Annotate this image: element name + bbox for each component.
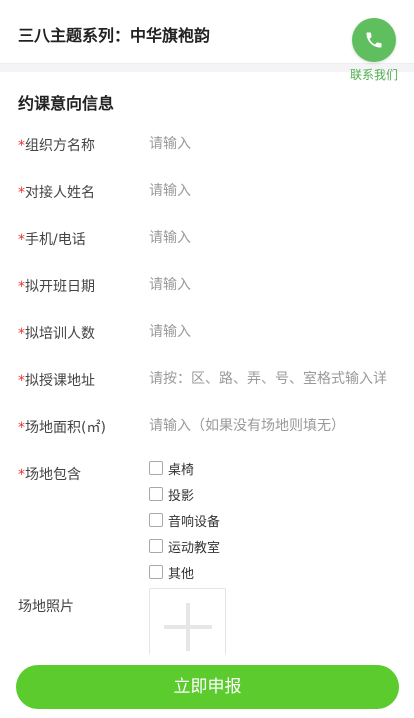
section-title: 约课意向信息	[18, 94, 115, 113]
field-label: *场地包含	[18, 464, 81, 484]
field-label: *场地面积(㎡)	[18, 417, 106, 437]
checkbox-label[interactable]: 音响设备	[168, 511, 220, 530]
form-row-address: *拟授课地址	[0, 364, 414, 394]
checkbox-label[interactable]: 桌椅	[168, 459, 194, 478]
form-row-trainee-count: *拟培训人数	[0, 317, 414, 347]
checkbox-option[interactable]: 投影	[149, 481, 220, 507]
contact-us-button[interactable]: 联系我们	[342, 18, 406, 88]
field-label-text: 场地面积(㎡)	[25, 420, 106, 436]
field-label: *手机/电话	[18, 229, 86, 249]
checkbox-option[interactable]: 音响设备	[149, 507, 220, 533]
checkbox[interactable]	[149, 539, 163, 553]
checkbox-option[interactable]: 运动教室	[149, 533, 220, 559]
field-label-text: 拟培训人数	[25, 326, 95, 342]
venue-includes-checkbox-group: 桌椅 投影 音响设备 运动教室 其他	[149, 455, 220, 585]
checkbox[interactable]	[149, 513, 163, 527]
field-label-text: 手机/电话	[25, 232, 86, 248]
field-label-text: 拟授课地址	[25, 373, 95, 389]
field-label-text: 对接人姓名	[25, 185, 95, 201]
required-mark: *	[18, 279, 25, 295]
start-date-input[interactable]	[149, 270, 404, 300]
contact-us-label: 联系我们	[349, 68, 398, 82]
checkbox-label[interactable]: 运动教室	[168, 537, 220, 556]
page: 三八主题系列：中华旗袍韵 联系我们 约课意向信息 *组织方名称 *对接人姓名 *…	[0, 0, 414, 718]
form-row-venue-area: *场地面积(㎡)	[0, 411, 414, 441]
form-row-organizer-name: *组织方名称	[0, 129, 414, 159]
contact-circle[interactable]	[352, 18, 396, 62]
field-label-text: 拟开班日期	[25, 279, 95, 295]
required-mark: *	[18, 232, 25, 248]
field-label: *组织方名称	[18, 135, 95, 155]
venue-area-input[interactable]	[149, 411, 404, 441]
page-title: 三八主题系列：中华旗袍韵	[18, 26, 211, 45]
checkbox[interactable]	[149, 487, 163, 501]
phone-icon	[366, 32, 382, 48]
checkbox[interactable]	[149, 565, 163, 579]
field-label: *拟开班日期	[18, 276, 95, 296]
checkbox[interactable]	[149, 461, 163, 475]
submit-button[interactable]: 立即申报	[16, 665, 399, 709]
field-label-text: 组织方名称	[25, 138, 95, 154]
form-row-start-date: *拟开班日期	[0, 270, 414, 300]
organizer-name-input[interactable]	[149, 129, 404, 159]
bottom-bar: 立即申报	[0, 654, 414, 718]
field-label: *拟授课地址	[18, 370, 95, 390]
field-label: *拟培训人数	[18, 323, 95, 343]
required-mark: *	[18, 138, 25, 154]
form-row-phone: *手机/电话	[0, 223, 414, 253]
phone-input[interactable]	[149, 223, 404, 253]
field-label-text: 场地包含	[25, 467, 81, 483]
checkbox-option[interactable]: 其他	[149, 559, 220, 585]
required-mark: *	[18, 373, 25, 389]
form-row-contact-name: *对接人姓名	[0, 176, 414, 206]
checkbox-label[interactable]: 投影	[168, 485, 194, 504]
checkbox-label[interactable]: 其他	[168, 563, 194, 582]
required-mark: *	[18, 326, 25, 342]
contact-name-input[interactable]	[149, 176, 404, 206]
required-mark: *	[18, 185, 25, 201]
address-input[interactable]	[149, 364, 404, 394]
checkbox-option[interactable]: 桌椅	[149, 455, 220, 481]
trainee-count-input[interactable]	[149, 317, 404, 347]
venue-photo-label: 场地照片	[18, 599, 74, 615]
required-mark: *	[18, 467, 25, 483]
required-mark: *	[18, 420, 25, 436]
field-label: *对接人姓名	[18, 182, 95, 202]
